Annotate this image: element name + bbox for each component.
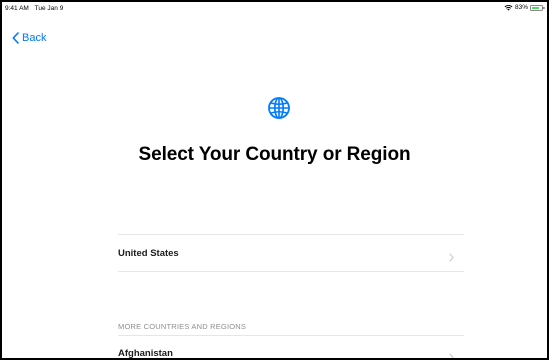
suggested-country-list: United States (118, 234, 464, 272)
battery-level-fill (532, 6, 540, 9)
page-title: Select Your Country or Region (138, 144, 411, 165)
back-button[interactable]: Back (12, 32, 46, 44)
battery-percent: 83% (514, 4, 528, 11)
back-label: Back (22, 32, 47, 44)
status-date: Tue Jan 9 (34, 5, 64, 12)
status-bar: 9:41 AM Tue Jan 9 83% (2, 2, 547, 16)
chevron-right-icon (449, 349, 454, 358)
setup-screen: 9:41 AM Tue Jan 9 83% Back Select Your C… (0, 0, 549, 360)
list-item-label: United States (118, 248, 179, 259)
list-item-afghanistan[interactable]: Afghanistan (118, 335, 464, 359)
chevron-left-icon (12, 32, 19, 44)
list-item-united-states[interactable]: United States (118, 234, 464, 272)
section-header-more-countries: MORE COUNTRIES AND REGIONS (118, 322, 247, 331)
status-indicators: 83% (504, 4, 545, 11)
chevron-right-icon (449, 249, 454, 267)
globe-icon (267, 96, 291, 120)
list-item-label: Afghanistan (118, 348, 173, 359)
status-time-date: 9:41 AM Tue Jan 9 (5, 5, 63, 12)
battery-icon (530, 4, 545, 11)
status-time: 9:41 AM (5, 5, 29, 12)
wifi-icon (504, 4, 513, 11)
